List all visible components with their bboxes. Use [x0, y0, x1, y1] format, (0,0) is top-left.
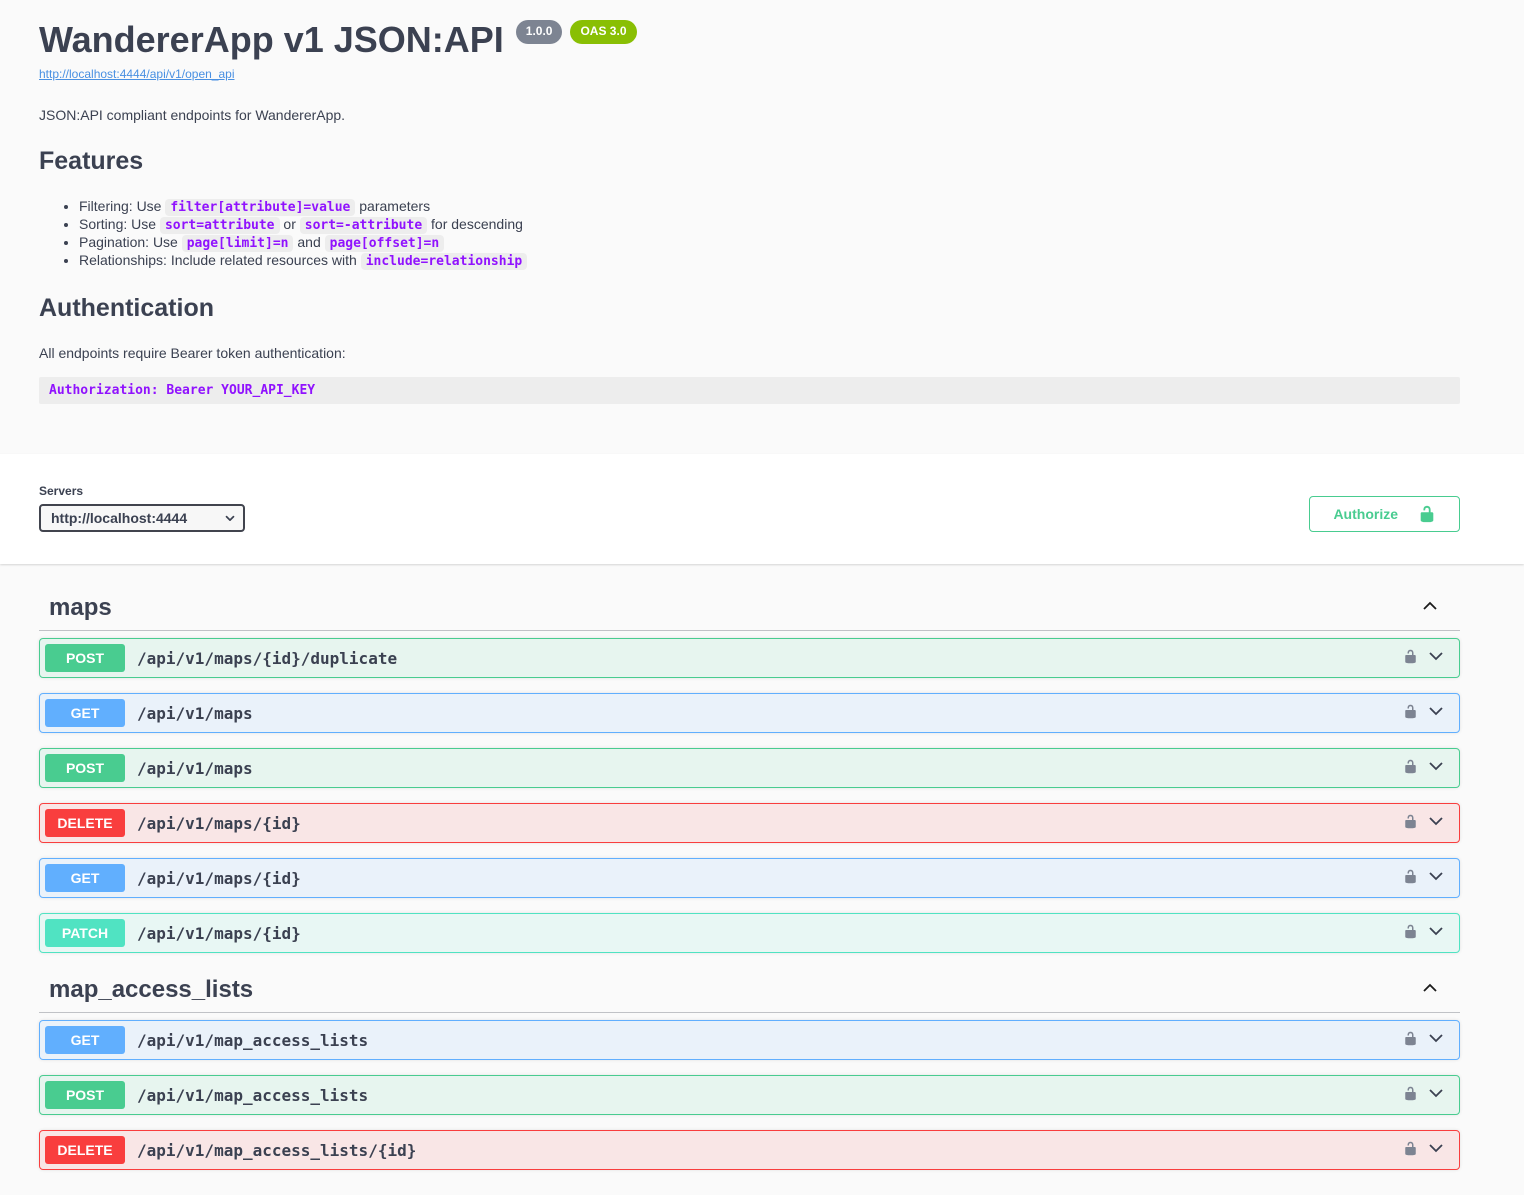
section-title: maps — [49, 594, 112, 622]
chevron-down-icon[interactable] — [1426, 1028, 1446, 1053]
endpoint-path: /api/v1/maps/{id} — [137, 814, 1403, 833]
endpoint-row[interactable]: GET /api/v1/map_access_lists — [39, 1020, 1460, 1060]
servers-label: Servers — [39, 484, 245, 498]
auth-code-block: Authorization: Bearer YOUR_API_KEY — [39, 377, 1460, 404]
chevron-down-icon[interactable] — [1426, 756, 1446, 781]
tag-section-header[interactable]: maps — [39, 586, 1460, 631]
oas-badge: OAS 3.0 — [570, 20, 636, 44]
lock-icon[interactable] — [1403, 759, 1418, 777]
feature-item: Pagination: Use page[limit]=n and page[o… — [79, 234, 1460, 252]
method-badge: POST — [45, 1081, 125, 1109]
chevron-down-icon[interactable] — [1426, 811, 1446, 836]
endpoint-row[interactable]: PATCH /api/v1/maps/{id} — [39, 913, 1460, 953]
endpoint-row[interactable]: GET /api/v1/maps/{id} — [39, 858, 1460, 898]
title-row: WandererApp v1 JSON:API 1.0.0 OAS 3.0 — [39, 18, 1460, 61]
lock-icon[interactable] — [1403, 869, 1418, 887]
chevron-up-icon[interactable] — [1420, 596, 1440, 621]
inline-code: sort=attribute — [160, 217, 280, 234]
section-title: map_access_lists — [49, 976, 253, 1004]
tag-section: maps POST /api/v1/maps/{id}/duplicate GE… — [39, 586, 1460, 953]
authentication-text: All endpoints require Bearer token authe… — [39, 345, 1460, 361]
feature-item: Relationships: Include related resources… — [79, 252, 1460, 270]
endpoint-row[interactable]: POST /api/v1/maps/{id}/duplicate — [39, 638, 1460, 678]
lock-icon[interactable] — [1403, 924, 1418, 942]
inline-code: page[offset]=n — [325, 235, 445, 252]
tag-section-header[interactable]: map_access_lists — [39, 968, 1460, 1013]
method-badge: POST — [45, 754, 125, 782]
endpoint-path: /api/v1/maps/{id}/duplicate — [137, 649, 1403, 668]
chevron-down-icon[interactable] — [1426, 646, 1446, 671]
endpoint-path: /api/v1/map_access_lists — [137, 1031, 1403, 1050]
method-badge: GET — [45, 864, 125, 892]
scheme-container: Servers http://localhost:4444 Authorize — [0, 454, 1524, 564]
chevron-down-icon[interactable] — [1426, 1138, 1446, 1163]
method-badge: DELETE — [45, 1136, 125, 1164]
endpoint-row[interactable]: POST /api/v1/maps — [39, 748, 1460, 788]
tag-section: map_access_lists GET /api/v1/map_access_… — [39, 968, 1460, 1170]
inline-code: page[limit]=n — [182, 235, 294, 252]
method-badge: PATCH — [45, 919, 125, 947]
endpoint-path: /api/v1/map_access_lists/{id} — [137, 1141, 1403, 1160]
chevron-down-icon[interactable] — [1426, 866, 1446, 891]
lock-icon[interactable] — [1403, 1141, 1418, 1159]
lock-icon[interactable] — [1403, 649, 1418, 667]
endpoint-path: /api/v1/map_access_lists — [137, 1086, 1403, 1105]
section-operations: POST /api/v1/maps/{id}/duplicate GET /ap… — [39, 637, 1460, 953]
chevron-down-icon[interactable] — [1426, 1083, 1446, 1108]
section-operations: GET /api/v1/map_access_lists POST /api/v… — [39, 1019, 1460, 1170]
method-badge: GET — [45, 1026, 125, 1054]
lock-icon[interactable] — [1403, 1086, 1418, 1104]
endpoint-row[interactable]: DELETE /api/v1/maps/{id} — [39, 803, 1460, 843]
features-list: Filtering: Use filter[attribute]=value p… — [39, 198, 1460, 270]
title-badges: 1.0.0 OAS 3.0 — [516, 20, 637, 44]
feature-item: Filtering: Use filter[attribute]=value p… — [79, 198, 1460, 216]
endpoint-path: /api/v1/maps/{id} — [137, 924, 1403, 943]
endpoint-path: /api/v1/maps — [137, 704, 1403, 723]
lock-icon[interactable] — [1403, 704, 1418, 722]
info-section: WandererApp v1 JSON:API 1.0.0 OAS 3.0 ht… — [0, 0, 1524, 454]
feature-item: Sorting: Use sort=attribute or sort=-att… — [79, 216, 1460, 234]
chevron-up-icon[interactable] — [1420, 978, 1440, 1003]
servers-block: Servers http://localhost:4444 — [39, 484, 245, 532]
endpoint-row[interactable]: GET /api/v1/maps — [39, 693, 1460, 733]
inline-code: filter[attribute]=value — [165, 199, 355, 216]
endpoint-row[interactable]: POST /api/v1/map_access_lists — [39, 1075, 1460, 1115]
method-badge: GET — [45, 699, 125, 727]
page-title: WandererApp v1 JSON:API — [39, 18, 504, 61]
endpoint-path: /api/v1/maps/{id} — [137, 869, 1403, 888]
endpoint-path: /api/v1/maps — [137, 759, 1403, 778]
authentication-heading: Authentication — [39, 294, 1460, 323]
authorize-button-label: Authorize — [1333, 506, 1398, 522]
spec-url-link[interactable]: http://localhost:4444/api/v1/open_api — [39, 67, 234, 81]
features-heading: Features — [39, 147, 1460, 176]
inline-code: include=relationship — [361, 253, 528, 270]
chevron-down-icon[interactable] — [1426, 921, 1446, 946]
version-badge: 1.0.0 — [516, 20, 563, 44]
auth-code: Authorization: Bearer YOUR_API_KEY — [49, 383, 315, 398]
method-badge: DELETE — [45, 809, 125, 837]
operations: maps POST /api/v1/maps/{id}/duplicate GE… — [39, 564, 1460, 1195]
authorize-button[interactable]: Authorize — [1309, 496, 1460, 532]
method-badge: POST — [45, 644, 125, 672]
lock-icon[interactable] — [1403, 814, 1418, 832]
servers-select[interactable]: http://localhost:4444 — [39, 504, 245, 532]
endpoint-row[interactable]: DELETE /api/v1/map_access_lists/{id} — [39, 1130, 1460, 1170]
inline-code: sort=-attribute — [300, 217, 427, 234]
api-description: JSON:API compliant endpoints for Wandere… — [39, 107, 1460, 123]
chevron-down-icon[interactable] — [1426, 701, 1446, 726]
lock-icon[interactable] — [1403, 1031, 1418, 1049]
unlocked-padlock-icon — [1418, 505, 1436, 523]
